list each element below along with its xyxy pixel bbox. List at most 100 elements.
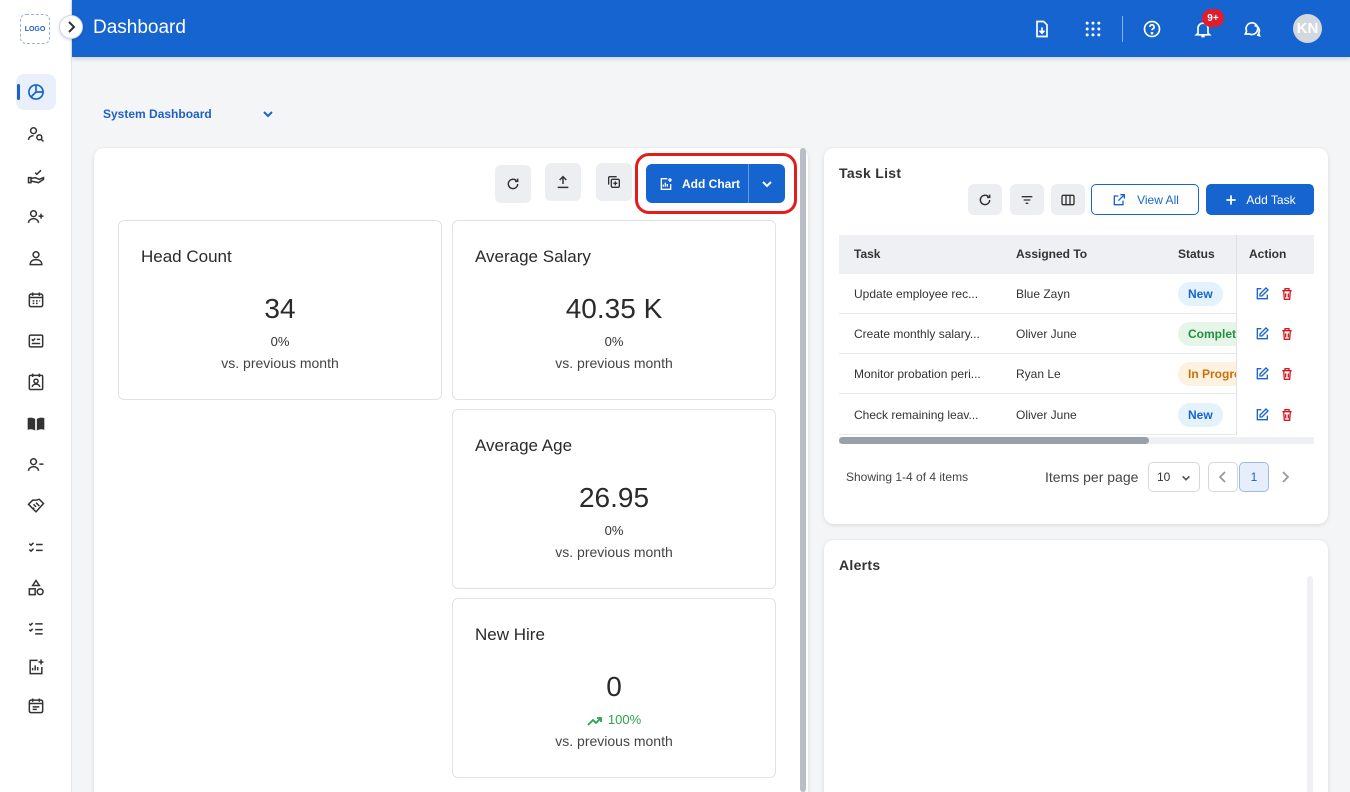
edit-icon[interactable] bbox=[1254, 366, 1270, 382]
chart-add-icon bbox=[660, 177, 672, 190]
column-header-status[interactable]: Status bbox=[1178, 247, 1215, 261]
sidebar-item-reports[interactable] bbox=[16, 649, 56, 685]
logo-text: LOGO bbox=[24, 25, 46, 33]
apps-button[interactable] bbox=[1080, 16, 1106, 42]
column-header-action: Action bbox=[1249, 247, 1287, 261]
task-assignee: Ryan Le bbox=[1016, 367, 1061, 381]
filter-icon bbox=[1021, 195, 1033, 204]
table-scroll-thumb[interactable] bbox=[839, 437, 1149, 444]
pagination-summary: Showing 1-4 of 4 items bbox=[846, 470, 969, 484]
task-filter-button[interactable] bbox=[1010, 184, 1044, 215]
add-task-button[interactable]: Add Task bbox=[1206, 184, 1314, 215]
add-chart-dropdown-button[interactable] bbox=[748, 164, 785, 203]
checklist-form-icon bbox=[28, 334, 44, 348]
sidebar-item-assets[interactable] bbox=[16, 570, 56, 606]
user-remove-icon bbox=[27, 458, 44, 471]
columns-icon bbox=[1061, 194, 1075, 205]
action-column: Action bbox=[1236, 235, 1314, 435]
action-header: Action bbox=[1237, 235, 1314, 274]
avatar[interactable]: KN bbox=[1293, 14, 1322, 43]
task-name: Create monthly salary... bbox=[854, 327, 980, 341]
add-chart-label: Add Chart bbox=[682, 176, 740, 191]
sidebar-item-recruitment[interactable] bbox=[16, 116, 56, 152]
sidebar-item-benefits[interactable] bbox=[16, 488, 56, 524]
kpi-title: Average Salary bbox=[475, 247, 591, 266]
export-button[interactable] bbox=[545, 163, 581, 201]
sidebar-item-employee[interactable] bbox=[16, 240, 56, 276]
sidebar-item-dashboard[interactable] bbox=[16, 74, 56, 110]
edit-icon[interactable] bbox=[1254, 326, 1270, 342]
delete-icon[interactable] bbox=[1279, 407, 1295, 423]
sidebar-item-tasks[interactable] bbox=[16, 529, 56, 565]
add-chart-button[interactable]: Add Chart bbox=[646, 164, 748, 203]
next-page-button[interactable] bbox=[1270, 462, 1300, 492]
sidebar-item-contacts[interactable] bbox=[16, 364, 56, 400]
user-search-icon bbox=[27, 126, 45, 143]
kpi-title: New Hire bbox=[475, 625, 545, 644]
status-badge: New bbox=[1178, 403, 1223, 427]
delete-icon[interactable] bbox=[1279, 286, 1295, 302]
task-assignee: Blue Zayn bbox=[1016, 287, 1071, 301]
help-button[interactable] bbox=[1139, 16, 1165, 42]
kpi-value: 34 bbox=[264, 293, 296, 324]
task-table: Task Assigned To Status Update employee … bbox=[839, 235, 1314, 445]
page-button-current[interactable]: 1 bbox=[1239, 462, 1269, 492]
delete-icon[interactable] bbox=[1279, 326, 1295, 342]
book-icon bbox=[27, 417, 45, 431]
task-refresh-button[interactable] bbox=[968, 184, 1002, 215]
edit-icon[interactable] bbox=[1254, 286, 1270, 302]
topbar-divider bbox=[1122, 16, 1123, 42]
chat-button[interactable] bbox=[1239, 16, 1265, 42]
kpi-change-value: 100% bbox=[607, 712, 642, 727]
chevron-down-icon bbox=[762, 180, 772, 187]
ordered-list-icon bbox=[28, 622, 43, 635]
task-list-title: Task List bbox=[839, 165, 902, 181]
items-per-page-select[interactable]: 10 bbox=[1148, 462, 1200, 492]
column-header-assigned-to[interactable]: Assigned To bbox=[1016, 247, 1087, 261]
delete-icon[interactable] bbox=[1279, 366, 1295, 382]
kpi-card-head-count[interactable]: Head Count 34 0% vs. previous month bbox=[118, 220, 442, 400]
kpi-card-new-hire[interactable]: New Hire 0 100% vs. previous month bbox=[452, 598, 776, 778]
contact-card-icon bbox=[28, 373, 44, 391]
kpi-title: Head Count bbox=[141, 247, 232, 266]
sidebar-item-evaluation[interactable] bbox=[16, 323, 56, 359]
dashboard-select[interactable]: System Dashboard bbox=[103, 107, 212, 121]
column-header-task[interactable]: Task bbox=[854, 247, 880, 261]
sidebar-expand-button[interactable] bbox=[59, 15, 83, 39]
view-all-label: View All bbox=[1137, 192, 1179, 207]
task-columns-button[interactable] bbox=[1051, 184, 1085, 215]
upload-icon bbox=[557, 175, 569, 189]
sidebar: LOGO bbox=[0, 0, 72, 792]
user-icon bbox=[29, 251, 43, 266]
view-all-button[interactable]: View All bbox=[1091, 184, 1199, 215]
alerts-scrollbar[interactable] bbox=[1307, 576, 1313, 792]
edit-icon[interactable] bbox=[1254, 407, 1270, 423]
items-per-page-label: Items per page bbox=[1045, 469, 1139, 485]
sidebar-item-checklists[interactable] bbox=[16, 610, 56, 646]
kpi-value: 40.35 K bbox=[565, 293, 663, 324]
kpi-panel-scrollbar[interactable] bbox=[800, 148, 806, 792]
chat-bubbles-icon bbox=[1244, 22, 1261, 37]
kpi-card-average-salary[interactable]: Average Salary 40.35 K 0% vs. previous m… bbox=[452, 220, 776, 400]
chevron-down-icon bbox=[1182, 475, 1190, 481]
sidebar-item-onboarding[interactable] bbox=[16, 158, 56, 194]
sidebar-item-handbook[interactable] bbox=[16, 406, 56, 442]
kpi-title: Average Age bbox=[475, 436, 573, 455]
task-assignee: Oliver June bbox=[1016, 408, 1077, 422]
refresh-button[interactable] bbox=[495, 165, 531, 203]
kpi-value: 26.95 bbox=[578, 482, 650, 513]
sidebar-item-add-employee[interactable] bbox=[16, 199, 56, 235]
kpi-change: 100% bbox=[453, 712, 775, 727]
hand-check-icon bbox=[27, 169, 45, 184]
logo[interactable]: LOGO bbox=[20, 14, 50, 44]
download-report-button[interactable] bbox=[1029, 16, 1055, 42]
kpi-value: 0 bbox=[606, 671, 622, 702]
top-bar: Dashboard 9+ KN bbox=[72, 0, 1350, 57]
previous-page-button[interactable] bbox=[1208, 462, 1238, 492]
duplicate-button[interactable] bbox=[596, 163, 632, 201]
sidebar-item-calendar[interactable] bbox=[16, 282, 56, 318]
chevron-down-icon[interactable] bbox=[262, 109, 274, 119]
kpi-card-average-age[interactable]: Average Age 26.95 0% vs. previous month bbox=[452, 409, 776, 589]
sidebar-item-events[interactable] bbox=[16, 688, 56, 724]
sidebar-item-offboarding[interactable] bbox=[16, 447, 56, 483]
